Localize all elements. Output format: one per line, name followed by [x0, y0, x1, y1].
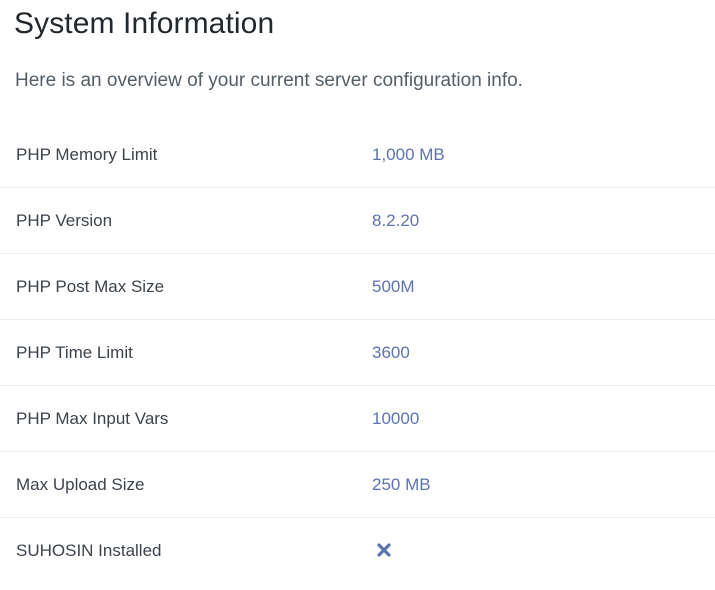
page-description: Here is an overview of your current serv… [15, 70, 523, 91]
info-row-max-upload-size: Max Upload Size 250 MB [0, 452, 715, 518]
info-label: Max Upload Size [16, 475, 145, 494]
info-label: PHP Memory Limit [16, 145, 158, 164]
info-row-php-time-limit: PHP Time Limit 3600 [0, 320, 715, 386]
info-value: 3600 [372, 343, 410, 362]
info-value: 10000 [372, 409, 420, 428]
info-row-php-memory-limit: PHP Memory Limit 1,000 MB [0, 122, 715, 188]
system-information-page: System Information Here is an overview o… [0, 0, 715, 590]
info-label: PHP Max Input Vars [16, 409, 169, 428]
info-label: PHP Post Max Size [16, 277, 165, 296]
system-info-table: PHP Memory Limit 1,000 MB PHP Version 8.… [0, 122, 715, 584]
info-row-suhosin-installed: SUHOSIN Installed [0, 518, 715, 584]
x-icon [377, 543, 391, 557]
info-row-php-max-input-vars: PHP Max Input Vars 10000 [0, 386, 715, 452]
info-value: 8.2.20 [372, 211, 420, 230]
info-value: 250 MB [372, 475, 431, 494]
info-value: 500M [372, 277, 415, 296]
page-title: System Information [14, 7, 275, 40]
info-label: SUHOSIN Installed [16, 541, 162, 560]
info-label: PHP Time Limit [16, 343, 133, 362]
info-label: PHP Version [16, 211, 113, 230]
info-row-php-version: PHP Version 8.2.20 [0, 188, 715, 254]
info-row-php-post-max-size: PHP Post Max Size 500M [0, 254, 715, 320]
info-value: 1,000 MB [372, 145, 445, 164]
